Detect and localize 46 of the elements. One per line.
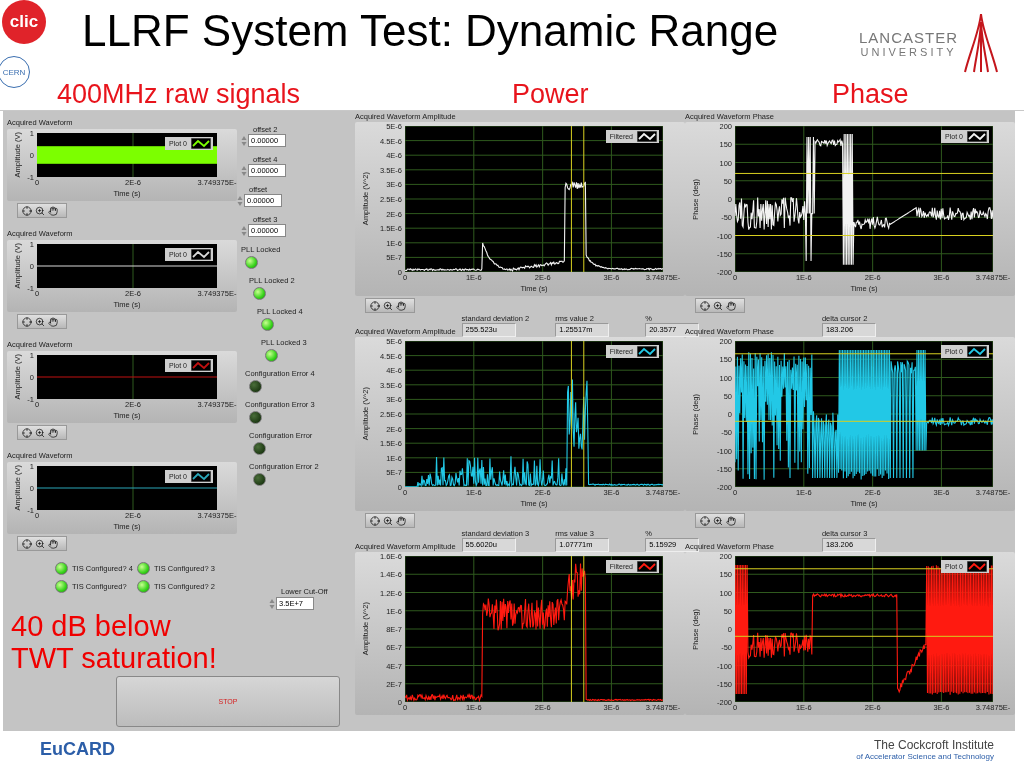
annotation-text: TWT saturation! <box>11 642 218 674</box>
legend-swatch-icon <box>637 346 657 357</box>
legend-swatch-icon <box>967 346 987 357</box>
zoom-icon[interactable] <box>35 316 45 327</box>
legend-swatch-icon <box>191 360 211 371</box>
hand-icon[interactable] <box>396 300 406 311</box>
legend-swatch-icon <box>967 131 987 142</box>
crosshair-icon[interactable] <box>22 427 32 438</box>
hand-icon[interactable] <box>48 205 58 216</box>
zoom-icon[interactable] <box>713 300 723 311</box>
eucard-logo: EuCARD <box>40 739 115 760</box>
section-label: Power <box>512 79 590 110</box>
crosshair-icon[interactable] <box>370 515 380 526</box>
crosshair-icon[interactable] <box>700 300 710 311</box>
zoom-icon[interactable] <box>35 538 45 549</box>
hand-icon[interactable] <box>396 515 406 526</box>
crosshair-icon[interactable] <box>700 515 710 526</box>
legend-swatch-icon <box>967 561 987 572</box>
crosshair-icon[interactable] <box>22 205 32 216</box>
logo-text: UNIVERSITY <box>860 45 957 58</box>
hand-icon[interactable] <box>726 300 736 311</box>
annotation-text: 40 dB below <box>11 610 172 642</box>
logo-text: LANCASTER <box>859 28 959 46</box>
institute-name: The Cockcroft Institute <box>873 738 994 752</box>
hand-icon[interactable] <box>726 515 736 526</box>
clic-logo: clic <box>2 0 46 44</box>
hand-icon[interactable] <box>48 538 58 549</box>
zoom-icon[interactable] <box>383 300 393 311</box>
zoom-icon[interactable] <box>383 515 393 526</box>
crosshair-icon[interactable] <box>22 316 32 327</box>
institute-subtitle: of Accelerator Science and Technology <box>856 752 994 761</box>
crosshair-icon[interactable] <box>22 538 32 549</box>
zoom-icon[interactable] <box>35 205 45 216</box>
legend-swatch-icon <box>191 138 211 149</box>
slide-title: LLRF System Test: Dynamic Range <box>82 6 780 56</box>
legend-swatch-icon <box>637 561 657 572</box>
crosshair-icon[interactable] <box>370 300 380 311</box>
section-label: Phase <box>832 79 910 110</box>
hand-icon[interactable] <box>48 316 58 327</box>
legend-swatch-icon <box>637 131 657 142</box>
hand-icon[interactable] <box>48 427 58 438</box>
section-label: 400MHz raw signals <box>57 79 302 110</box>
legend-swatch-icon <box>191 471 211 482</box>
zoom-icon[interactable] <box>713 515 723 526</box>
zoom-icon[interactable] <box>35 427 45 438</box>
flame-logo-icon <box>964 12 999 74</box>
